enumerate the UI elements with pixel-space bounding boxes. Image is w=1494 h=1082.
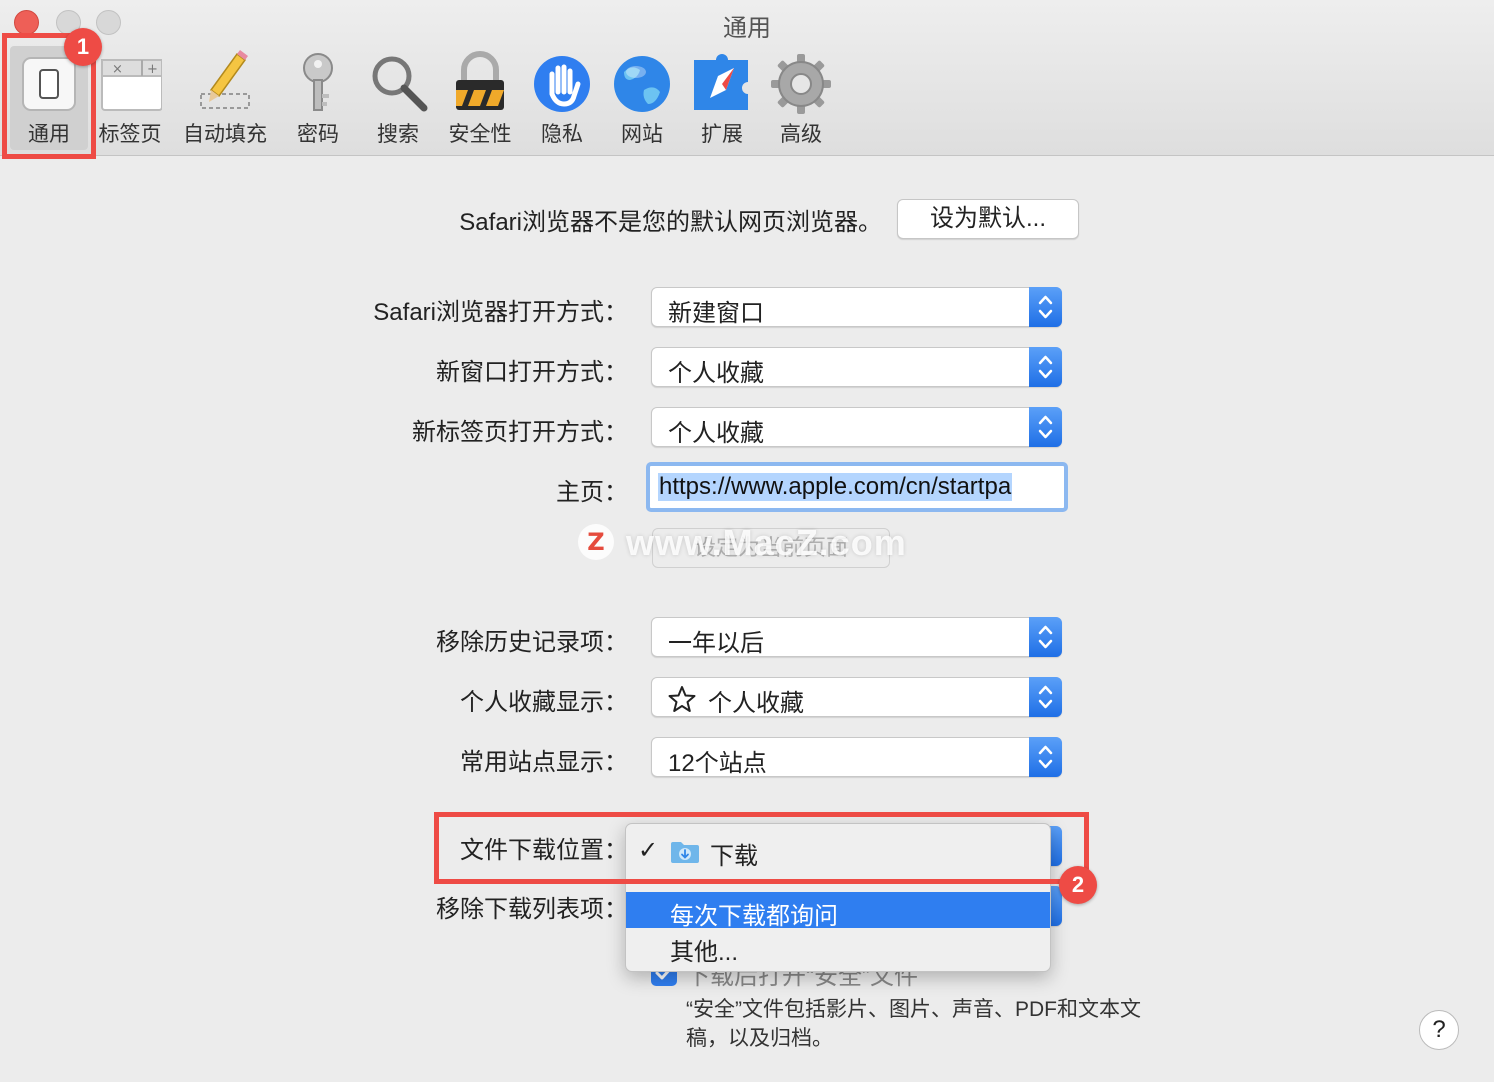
tabs-icon: × + [101,59,162,111]
menu-item-ask-each-download[interactable]: 每次下载都询问 [626,892,1050,930]
compass-puzzle-icon [694,54,748,110]
stepper-arrows-icon [1029,737,1062,777]
popup-value: 一年以后 [668,630,764,657]
open-with-label: Safari浏览器打开方式： [373,299,628,326]
remove-history-label: 移除历史记录项： [436,629,628,656]
popup-value: 12个站点 [668,750,767,777]
key-icon [303,53,333,111]
popup-value: 新建窗口 [668,300,764,327]
favorites-shows-popup[interactable]: 个人收藏 [651,677,1062,717]
pencil-icon [200,50,250,109]
new-window-label: 新窗口打开方式： [436,359,628,386]
popup-value: 个人收藏 [668,420,764,447]
menu-item-label: 其他... [670,939,739,966]
tab-label: 自动填充 [183,123,267,146]
hand-icon [534,56,590,112]
padlock-icon [456,51,504,110]
safe-files-note: “安全”文件包括影片、图片、声音、PDF和文本文稿，以及归档。 [686,998,1141,1050]
new-window-popup[interactable]: 个人收藏 [651,347,1062,387]
new-tab-popup[interactable]: 个人收藏 [651,407,1062,447]
tab-security[interactable]: 安全性 [442,46,518,150]
tab-search[interactable]: 搜索 [364,46,432,150]
remove-downloads-label: 移除下载列表项： [436,896,628,923]
stepper-arrows-icon [1029,287,1062,327]
highlight-box-download-location [434,812,1089,884]
tab-label: 搜索 [377,123,419,146]
default-browser-text: Safari浏览器不是您的默认网页浏览器。 [459,209,882,236]
top-sites-label: 常用站点显示： [460,749,628,776]
menu-item-label: 每次下载都询问 [670,903,838,930]
homepage-value: https://www.apple.com/cn/startpa [658,473,1013,501]
tab-label: 网站 [621,123,663,146]
svg-text:×: × [112,62,123,77]
stepper-arrows-icon [1029,407,1062,447]
remove-history-popup[interactable]: 一年以后 [651,617,1062,657]
homepage-label: 主页： [556,479,628,506]
star-icon [668,685,696,720]
stepper-arrows-icon [1029,677,1062,717]
stepper-arrows-icon [1029,617,1062,657]
popup-value: 个人收藏 [708,690,804,717]
open-with-popup[interactable]: 新建窗口 [651,287,1062,327]
gear-icon [771,54,831,114]
tab-passwords[interactable]: 密码 [284,46,352,150]
tab-label: 密码 [297,123,339,146]
help-button[interactable]: ? [1419,1010,1459,1050]
svg-text:+: + [147,62,158,77]
tab-autofill[interactable]: 自动填充 [176,46,274,150]
set-default-button[interactable]: 设为默认... [897,199,1079,239]
menu-item-other[interactable]: 其他... [626,928,1050,966]
tab-label: 隐私 [541,123,583,146]
tab-label: 扩展 [701,123,743,146]
tab-label: 安全性 [448,123,512,146]
step-marker-1: 1 [64,28,102,66]
watermark-text: www.MacZ.com [626,522,907,563]
top-sites-popup[interactable]: 12个站点 [651,737,1062,777]
new-tab-label: 新标签页打开方式： [412,419,628,446]
homepage-field[interactable]: https://www.apple.com/cn/startpa [646,462,1068,512]
globe-icon [614,56,670,112]
popup-value: 个人收藏 [668,360,764,387]
favorites-shows-label: 个人收藏显示： [460,689,628,716]
tab-extensions[interactable]: 扩展 [688,46,756,150]
tab-tabs[interactable]: × + 标签页 [92,46,168,150]
watermark-logo: Z [578,524,614,560]
tab-advanced[interactable]: 高级 [766,46,836,150]
magnifier-icon [372,56,428,112]
tab-websites[interactable]: 网站 [608,46,676,150]
tab-label: 高级 [780,123,822,146]
window-title: 通用 [723,15,771,42]
step-marker-2: 2 [1059,866,1097,904]
stepper-arrows-icon [1029,347,1062,387]
tab-label: 标签页 [98,123,162,146]
window-toolbar: 通用 通用 × + 标签页 自动填充 密码 搜索 安全性 隐私 网站 扩展 高级 [0,0,1494,156]
tab-privacy[interactable]: 隐私 [528,46,596,150]
